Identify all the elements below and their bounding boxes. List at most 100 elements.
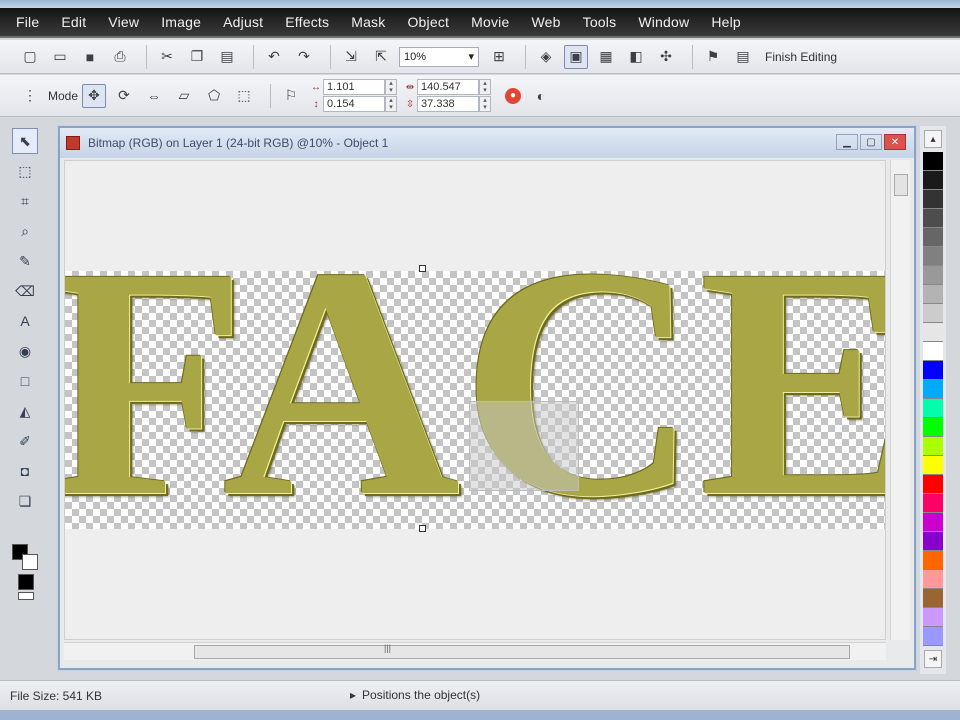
mask-tool-icon[interactable]: ⬚: [12, 158, 38, 184]
maximize-icon[interactable]: ▢: [860, 134, 882, 150]
paste-icon[interactable]: ▤: [215, 45, 239, 69]
top-selection-handle[interactable]: [419, 265, 426, 272]
palette-swatch[interactable]: [923, 171, 943, 190]
menu-image[interactable]: Image: [161, 14, 201, 30]
copy-icon[interactable]: ❐: [185, 45, 209, 69]
palette-swatch[interactable]: [923, 627, 943, 646]
palette-swatch[interactable]: [923, 475, 943, 494]
image-canvas[interactable]: FACE: [64, 160, 886, 640]
palette-swatch[interactable]: [923, 513, 943, 532]
x-spinner[interactable]: ▴ ▾: [385, 79, 398, 95]
horizontal-scrollbar[interactable]: |||: [64, 642, 886, 660]
palette-swatch[interactable]: [923, 361, 943, 380]
distort-mode-icon[interactable]: ⬠: [202, 84, 226, 108]
menu-help[interactable]: Help: [711, 14, 741, 30]
palette-swatch[interactable]: [923, 608, 943, 627]
text-tool-icon[interactable]: A: [12, 308, 38, 334]
shape-tool-icon[interactable]: □: [12, 368, 38, 394]
menu-effects[interactable]: Effects: [285, 14, 329, 30]
palette-swatch[interactable]: [923, 266, 943, 285]
palette-swatch[interactable]: [923, 152, 943, 171]
palette-swatch[interactable]: [923, 323, 943, 342]
menu-view[interactable]: View: [108, 14, 139, 30]
palette-scroll-up-icon[interactable]: ▴: [924, 130, 942, 148]
palette-scroll-end-icon[interactable]: ⇥: [924, 650, 942, 668]
menu-tools[interactable]: Tools: [583, 14, 617, 30]
palette-swatch[interactable]: [923, 399, 943, 418]
launch-icon[interactable]: ⚑: [701, 45, 725, 69]
palette-swatch[interactable]: [923, 304, 943, 323]
anchor-icon[interactable]: ⚐: [279, 84, 303, 108]
vertical-scrollbar[interactable]: [890, 160, 910, 640]
zoom-tool-icon[interactable]: ⌕: [12, 218, 38, 244]
menu-window[interactable]: Window: [638, 14, 689, 30]
paint-tool-icon[interactable]: ✐: [12, 428, 38, 454]
undo-icon[interactable]: ↶: [262, 45, 286, 69]
mask-overlay-icon[interactable]: ◈: [534, 45, 558, 69]
swap-colors-icon[interactable]: [18, 592, 34, 600]
menu-edit[interactable]: Edit: [61, 14, 86, 30]
object-manager-icon[interactable]: ▦: [594, 45, 618, 69]
reset-icon[interactable]: ●: [505, 87, 522, 104]
palette-swatch[interactable]: [923, 285, 943, 304]
skew-mode-icon[interactable]: ▱: [172, 84, 196, 108]
background-color-swatch[interactable]: [22, 554, 38, 570]
menu-adjust[interactable]: Adjust: [223, 14, 263, 30]
mask-icon[interactable]: ◧: [624, 45, 648, 69]
pick-tool-icon[interactable]: ⬉: [12, 128, 38, 154]
palette-swatch[interactable]: [923, 380, 943, 399]
fill-color-swatch[interactable]: [18, 574, 34, 590]
redo-icon[interactable]: ↷: [292, 45, 316, 69]
eyedropper-tool-icon[interactable]: ✎: [12, 248, 38, 274]
new-file-icon[interactable]: ▢: [18, 45, 42, 69]
palette-swatch[interactable]: [923, 494, 943, 513]
clone-tool-icon[interactable]: ❏: [12, 488, 38, 514]
menu-movie[interactable]: Movie: [471, 14, 509, 30]
crop-tool-icon[interactable]: ⌗: [12, 188, 38, 214]
palette-swatch[interactable]: [923, 589, 943, 608]
vertical-scroll-thumb[interactable]: [894, 174, 908, 196]
palette-swatch[interactable]: [923, 247, 943, 266]
open-folder-icon[interactable]: ▭: [48, 45, 72, 69]
palette-swatch[interactable]: [923, 209, 943, 228]
redeye-tool-icon[interactable]: ◉: [12, 338, 38, 364]
cut-icon[interactable]: ✂: [155, 45, 179, 69]
palette-swatch[interactable]: [923, 551, 943, 570]
y-position-input[interactable]: [323, 96, 386, 112]
height-spinner[interactable]: ▴ ▾: [479, 96, 492, 112]
document-titlebar[interactable]: Bitmap (RGB) on Layer 1 (24-bit RGB) @10…: [60, 128, 914, 158]
position-mode-icon[interactable]: ✥: [82, 83, 107, 108]
palette-swatch[interactable]: [923, 532, 943, 551]
show-marquee-icon[interactable]: ▣: [564, 44, 588, 69]
bottom-selection-handle[interactable]: [419, 525, 426, 532]
palette-swatch[interactable]: [923, 190, 943, 209]
export-icon[interactable]: ⇱: [369, 45, 393, 69]
palette-swatch[interactable]: [923, 418, 943, 437]
finish-editing-button[interactable]: Finish Editing: [765, 50, 837, 64]
width-spinner[interactable]: ▴ ▾: [479, 79, 492, 95]
palette-swatch[interactable]: [923, 437, 943, 456]
apply-icon[interactable]: ◐: [529, 84, 553, 108]
zoom-fit-icon[interactable]: ⊞: [487, 45, 511, 69]
minimize-icon[interactable]: ▁: [836, 134, 858, 150]
eraser-tool-icon[interactable]: ⌫: [12, 278, 38, 304]
print-icon[interactable]: ⎙: [108, 45, 132, 69]
x-position-input[interactable]: [323, 79, 386, 95]
import-icon[interactable]: ⇲: [339, 45, 363, 69]
palette-swatch[interactable]: [923, 342, 943, 361]
save-icon[interactable]: ■: [78, 45, 102, 69]
y-spinner[interactable]: ▴ ▾: [385, 96, 398, 112]
width-input[interactable]: [417, 79, 480, 95]
menu-object[interactable]: Object: [407, 14, 449, 30]
close-icon[interactable]: ✕: [884, 134, 906, 150]
fill-tool-icon[interactable]: ◭: [12, 398, 38, 424]
palette-swatch[interactable]: [923, 228, 943, 247]
palette-swatch[interactable]: [923, 456, 943, 475]
menu-web[interactable]: Web: [531, 14, 560, 30]
menu-file[interactable]: File: [16, 14, 39, 30]
finish-editing-icon[interactable]: ▤: [731, 45, 755, 69]
zoom-level-select[interactable]: 10% ▾: [399, 46, 479, 67]
horizontal-scroll-thumb[interactable]: [194, 645, 850, 659]
scale-mode-icon[interactable]: ⇔: [142, 84, 166, 108]
palette-swatch[interactable]: [923, 570, 943, 589]
